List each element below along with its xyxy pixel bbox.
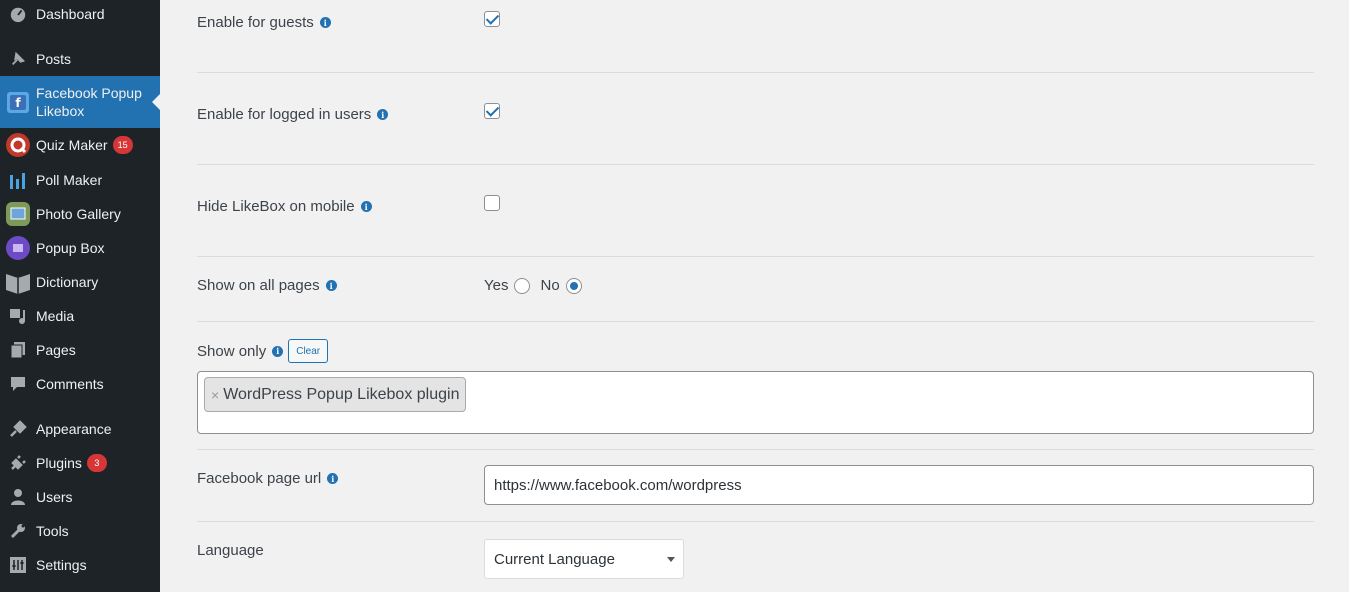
plugin-icon xyxy=(0,446,36,480)
quiz-icon xyxy=(0,128,36,162)
menu-label: Dictionary xyxy=(36,274,99,290)
radio-yes[interactable] xyxy=(514,277,531,294)
menu-label: Tools xyxy=(36,523,69,539)
facebook-cube-icon: f xyxy=(0,85,36,119)
pin-icon xyxy=(0,42,36,76)
hide-mobile-checkbox[interactable] xyxy=(484,195,500,211)
menu-tools[interactable]: Tools xyxy=(0,514,160,548)
menu-pages[interactable]: Pages xyxy=(0,333,160,367)
menu-comments[interactable]: Comments xyxy=(0,367,160,401)
menu-photo-gallery[interactable]: Photo Gallery xyxy=(0,197,160,231)
menu-label: Comments xyxy=(36,376,104,392)
info-icon[interactable]: i xyxy=(377,109,389,120)
language-select-value: Current Language xyxy=(494,550,615,568)
row-show-only: Show only i Clear × WordPress Popup Like… xyxy=(197,322,1314,450)
menu-label: Appearance xyxy=(36,421,112,437)
menu-label: Dashboard xyxy=(36,6,105,22)
update-count-badge: 15 xyxy=(112,136,133,154)
info-icon[interactable]: i xyxy=(327,473,339,484)
setting-label: Enable for logged in users i xyxy=(197,106,389,123)
language-select[interactable]: Current Language xyxy=(484,539,684,579)
chevron-down-icon xyxy=(667,557,675,562)
menu-label: Users xyxy=(36,489,73,505)
settings-sliders-icon xyxy=(0,548,36,582)
menu-users[interactable]: Users xyxy=(0,480,160,514)
menu-media[interactable]: Media xyxy=(0,299,160,333)
brush-icon xyxy=(0,412,36,446)
menu-posts[interactable]: Posts xyxy=(0,42,160,76)
setting-label: Hide LikeBox on mobile i xyxy=(197,198,372,215)
pages-icon xyxy=(0,333,36,367)
row-language: Language Current Language xyxy=(197,522,1314,592)
menu-quiz-maker[interactable]: Quiz Maker 15 xyxy=(0,128,160,162)
update-count-badge: 3 xyxy=(86,454,107,472)
info-icon[interactable]: i xyxy=(360,201,372,212)
menu-label: Quiz Maker xyxy=(36,137,108,153)
menu-label: Plugins xyxy=(36,455,82,471)
info-icon[interactable]: i xyxy=(272,345,284,357)
gallery-icon xyxy=(0,197,36,231)
menu-label: Pages xyxy=(36,342,76,358)
setting-label: Show on all pages i xyxy=(197,277,337,294)
row-enable-logged-in: Enable for logged in users i xyxy=(197,73,1314,165)
remove-tag-icon[interactable]: × xyxy=(211,387,219,403)
admin-sidebar: Dashboard Posts f Facebook Popup Likebox… xyxy=(0,0,160,592)
enable-guests-checkbox[interactable] xyxy=(484,11,500,27)
menu-plugins[interactable]: Plugins 3 xyxy=(0,446,160,480)
radio-no-label: No xyxy=(540,277,560,294)
menu-label: Poll Maker xyxy=(36,172,103,188)
menu-label: Media xyxy=(36,308,75,324)
menu-label: Settings xyxy=(36,557,87,573)
radio-no[interactable] xyxy=(565,277,582,294)
menu-label: Photo Gallery xyxy=(36,206,121,222)
menu-dictionary[interactable]: Dictionary xyxy=(0,265,160,299)
menu-appearance[interactable]: Appearance xyxy=(0,412,160,446)
wrench-icon xyxy=(0,514,36,548)
facebook-page-url-input[interactable]: https://www.facebook.com/wordpress xyxy=(484,465,1314,505)
comment-icon xyxy=(0,367,36,401)
clear-button[interactable]: Clear xyxy=(288,339,329,363)
enable-logged-in-checkbox[interactable] xyxy=(484,103,500,119)
info-icon[interactable]: i xyxy=(325,280,337,291)
row-show-all-pages: Show on all pages i Yes No xyxy=(197,257,1314,322)
selected-page-tag: × WordPress Popup Likebox plugin xyxy=(204,377,467,412)
settings-form: Enable for guests i Enable for logged in… xyxy=(160,0,1349,592)
book-icon xyxy=(0,265,36,299)
menu-settings[interactable]: Settings xyxy=(0,548,160,582)
menu-poll-maker[interactable]: Poll Maker xyxy=(0,163,160,197)
row-hide-mobile: Hide LikeBox on mobile i xyxy=(197,165,1314,257)
show-only-multiselect[interactable]: × WordPress Popup Likebox plugin xyxy=(197,371,1314,434)
setting-label: Enable for guests i xyxy=(197,14,331,31)
info-icon[interactable]: i xyxy=(319,17,331,28)
menu-facebook-popup-likebox[interactable]: f Facebook Popup Likebox xyxy=(0,76,160,128)
dashboard-icon xyxy=(0,0,36,31)
menu-dashboard[interactable]: Dashboard xyxy=(0,0,160,31)
setting-label: Language xyxy=(197,542,264,559)
popup-icon xyxy=(0,231,36,265)
show-all-pages-radio-group: Yes No xyxy=(484,277,592,294)
menu-popup-box[interactable]: Popup Box xyxy=(0,231,160,265)
user-icon xyxy=(0,480,36,514)
setting-label: Show only i Clear xyxy=(197,339,329,363)
media-icon xyxy=(0,299,36,333)
menu-label: Facebook Popup Likebox xyxy=(36,85,142,119)
setting-label: Facebook page url i xyxy=(197,470,339,487)
row-enable-guests: Enable for guests i xyxy=(197,0,1314,73)
poll-bars-icon xyxy=(0,163,36,197)
svg-text:f: f xyxy=(15,96,21,110)
row-page-url: Facebook page url i https://www.facebook… xyxy=(197,450,1314,522)
menu-label: Popup Box xyxy=(36,240,105,256)
tag-label: WordPress Popup Likebox plugin xyxy=(223,385,460,403)
menu-label: Posts xyxy=(36,51,72,67)
radio-yes-label: Yes xyxy=(484,277,509,294)
